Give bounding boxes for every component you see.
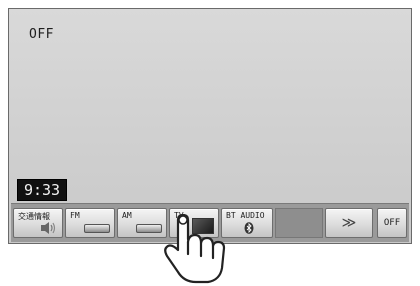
- power-off-button[interactable]: OFF: [377, 208, 407, 238]
- traffic-info-button[interactable]: 交通情報: [13, 208, 63, 238]
- fm-button[interactable]: FM: [65, 208, 115, 238]
- am-bar-icon: [136, 224, 162, 233]
- bt-audio-label: BT AUDIO: [226, 211, 265, 220]
- power-off-label: OFF: [383, 218, 401, 228]
- speaker-icon: [41, 222, 56, 234]
- fm-label: FM: [70, 211, 80, 220]
- empty-slot: [275, 208, 323, 238]
- am-label: AM: [122, 211, 132, 220]
- touch-hand-icon: [164, 214, 226, 284]
- bluetooth-icon: [244, 222, 254, 234]
- display-screen: OFF 9:33 交通情報 FM AM TV BT AUDIO: [8, 8, 412, 244]
- double-chevron-right-icon: ≫: [341, 215, 357, 231]
- more-sources-button[interactable]: ≫: [325, 208, 373, 238]
- clock-display: 9:33: [17, 179, 67, 201]
- source-status-text: OFF: [29, 27, 54, 42]
- fm-bar-icon: [84, 224, 110, 233]
